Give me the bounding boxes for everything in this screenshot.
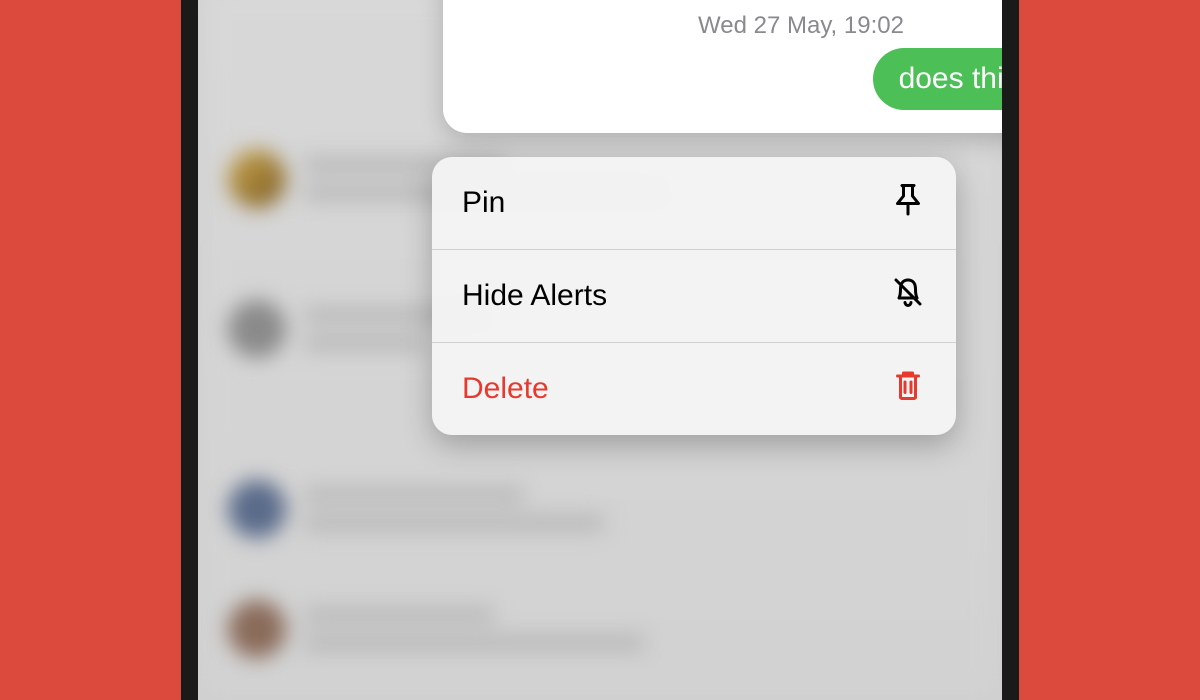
pin-label: Pin <box>462 186 505 220</box>
delete-menu-item[interactable]: Delete <box>432 342 956 435</box>
pin-icon <box>890 181 926 225</box>
phone-screen: Wed 27 May, 19:02 does this work? Pin Hi… <box>198 0 1002 700</box>
outgoing-message-bubble: does this work? <box>873 48 1002 110</box>
blurred-list-row <box>228 480 604 538</box>
context-menu: Pin Hide Alerts Delete <box>432 157 956 435</box>
bell-slash-icon <box>890 274 926 318</box>
pin-menu-item[interactable]: Pin <box>432 157 956 249</box>
conversation-preview: Wed 27 May, 19:02 does this work? <box>443 0 1002 133</box>
hide-alerts-menu-item[interactable]: Hide Alerts <box>432 249 956 342</box>
message-timestamp: Wed 27 May, 19:02 <box>698 12 904 40</box>
blurred-list-row <box>228 600 644 658</box>
trash-icon <box>890 367 926 411</box>
delete-label: Delete <box>462 372 549 406</box>
hide-alerts-label: Hide Alerts <box>462 279 607 313</box>
